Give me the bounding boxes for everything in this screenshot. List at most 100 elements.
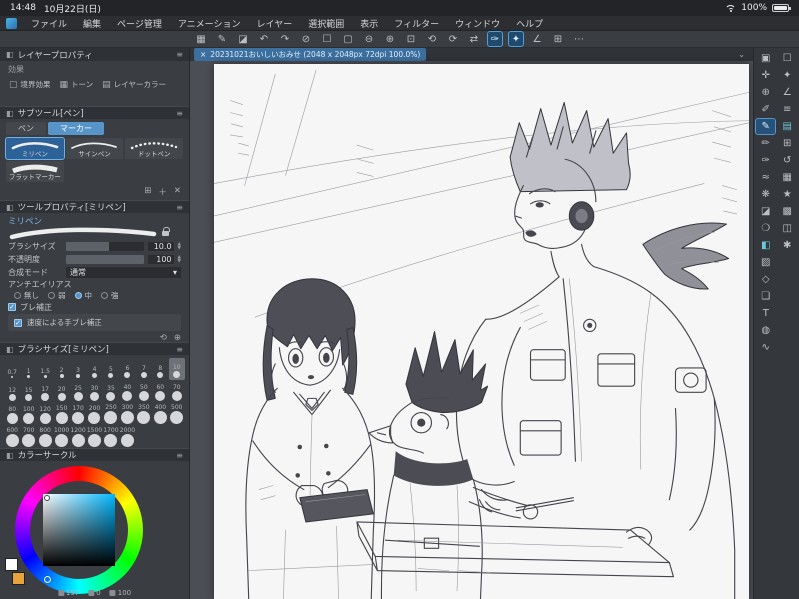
delete-subtool-icon[interactable]: ✕ — [174, 186, 181, 198]
brush-size-cell[interactable]: 300 — [119, 404, 135, 426]
pen-tool-icon[interactable]: ✎ — [755, 118, 777, 135]
brush-size-cell[interactable]: 50 — [136, 381, 152, 403]
color-set-icon[interactable]: ▩ — [778, 204, 797, 219]
opacity-stepper[interactable]: ▲ ▼ — [178, 255, 181, 264]
brush-size-cell[interactable]: 150 — [53, 404, 69, 426]
brush-size-cell[interactable]: 7 — [136, 358, 152, 380]
navigator-icon[interactable]: ⊞ — [778, 136, 797, 151]
eraser-quick-icon[interactable]: ◪ — [236, 32, 250, 46]
brush-size-cell[interactable]: 350 — [136, 404, 152, 426]
zoom-in-icon[interactable]: ⊕ — [383, 32, 397, 46]
panel-menu-icon[interactable]: ≡ — [176, 451, 183, 460]
material-icon[interactable]: ▦ — [778, 170, 797, 185]
zoom-out-icon[interactable]: ⊖ — [362, 32, 376, 46]
selection-area-icon[interactable]: ☐ — [778, 51, 797, 66]
layer-panel-icon[interactable]: ▤ — [778, 119, 797, 134]
rotate-left-icon[interactable]: ⟲ — [425, 32, 439, 46]
brush-size-cell[interactable]: 100 — [20, 404, 36, 426]
app-icon[interactable] — [6, 17, 17, 29]
grid-snap-icon[interactable]: ⊞ — [551, 32, 565, 46]
fit-screen-icon[interactable]: ⊡ — [404, 32, 418, 46]
document-tab[interactable]: × 20231021おいしいおみせ (2048 x 2048px 72dpi 1… — [194, 48, 427, 61]
brush-size-cell[interactable]: 5 — [103, 358, 119, 380]
brush-size-cell[interactable]: 1 — [20, 358, 36, 380]
antialias-option[interactable]: 無し — [14, 290, 39, 301]
decoration-tool-icon[interactable]: ❋ — [756, 187, 775, 202]
brush-size-cell[interactable]: 1.5 — [37, 358, 53, 380]
brush-tool-icon[interactable]: ✑ — [756, 153, 775, 168]
menu-item[interactable]: 選択範囲 — [300, 17, 352, 30]
panel-menu-icon[interactable]: ≡ — [176, 109, 183, 118]
menu-item[interactable]: ウィンドウ — [447, 17, 508, 30]
blend-tool-icon[interactable]: ❍ — [756, 221, 775, 236]
timeline-icon[interactable]: ≡ — [778, 102, 797, 117]
menu-item[interactable]: ページ管理 — [109, 17, 170, 30]
text-tool-icon[interactable]: T — [756, 306, 775, 321]
brush-size-cell[interactable]: 1000 — [53, 427, 69, 448]
border-effect-button[interactable]: ▢ 境界効果 — [6, 77, 54, 92]
tab-list-chevron-icon[interactable]: ⌄ — [734, 50, 749, 59]
rotate-right-icon[interactable]: ⟳ — [446, 32, 460, 46]
airbrush-tool-icon[interactable]: ≈ — [756, 170, 775, 185]
menu-item[interactable]: ファイル — [23, 17, 75, 30]
subtool-tab[interactable]: ペン — [6, 122, 46, 135]
workspace-grid-icon[interactable]: ▦ — [194, 32, 208, 46]
auto-select-icon[interactable]: ✦ — [778, 68, 797, 83]
gradient-tool-icon[interactable]: ▨ — [756, 255, 775, 270]
subtool-tab[interactable]: マーカー — [48, 122, 104, 135]
subtool-item[interactable]: サインペン — [65, 138, 124, 159]
menu-item[interactable]: レイヤー — [249, 17, 301, 30]
pen-quick-icon[interactable]: ✎ — [215, 32, 229, 46]
main-color-swatch[interactable] — [5, 558, 18, 571]
lock-icon[interactable] — [162, 227, 170, 236]
menu-item[interactable]: 編集 — [75, 17, 109, 30]
antialias-option[interactable]: 弱 — [48, 290, 66, 301]
subtool-item[interactable]: ドットペン — [125, 138, 183, 159]
quick-access-icon[interactable]: ★ — [778, 187, 797, 202]
menu-item[interactable]: フィルター — [386, 17, 447, 30]
deselect-icon[interactable]: ▢ — [341, 32, 355, 46]
brush-size-cell[interactable]: 4 — [86, 358, 102, 380]
brush-size-cell[interactable]: 200 — [86, 404, 102, 426]
brush-size-slider[interactable] — [66, 242, 144, 251]
clear-icon[interactable]: ⊘ — [299, 32, 313, 46]
move-tool-icon[interactable]: ✛ — [756, 68, 775, 83]
selection-icon[interactable]: ☐ — [320, 32, 334, 46]
brush-size-cell[interactable]: 8 — [152, 358, 168, 380]
brush-size-cell[interactable]: 2 — [53, 358, 69, 380]
brush-size-cell[interactable]: 800 — [37, 427, 53, 448]
flip-horizontal-icon[interactable]: ⇄ — [467, 32, 481, 46]
figure-tool-icon[interactable]: ◇ — [756, 272, 775, 287]
add-subtool-icon[interactable]: ＋ — [158, 186, 167, 198]
brush-size-cell[interactable]: 10 — [168, 358, 185, 380]
brush-size-cell[interactable]: 250 — [103, 404, 119, 426]
brush-size-cell[interactable]: 60 — [152, 381, 168, 403]
brush-size-cell[interactable]: 1200 — [70, 427, 86, 448]
brush-size-cell[interactable]: 1700 — [103, 427, 119, 448]
sub-view-icon[interactable]: ◫ — [778, 221, 797, 236]
panel-menu-icon[interactable]: ≡ — [176, 50, 183, 59]
subtool-item[interactable]: フラットマーカー — [6, 161, 64, 182]
opacity-value[interactable]: 100 — [147, 255, 174, 264]
brush-size-cell[interactable]: 15 — [20, 381, 36, 403]
stabilize-checkbox[interactable]: ✓ — [8, 303, 16, 311]
brush-size-cell[interactable]: 1500 — [86, 427, 102, 448]
opacity-slider[interactable] — [66, 255, 144, 264]
line-correct-tool-icon[interactable]: ∿ — [756, 340, 775, 355]
antialias-option[interactable]: 中 — [74, 290, 92, 301]
settings-icon[interactable]: ✱ — [778, 238, 797, 253]
reset-property-icon[interactable]: ⟲ — [160, 333, 167, 342]
sv-marker[interactable] — [44, 495, 50, 501]
brush-size-cell[interactable]: 12 — [4, 381, 20, 403]
menu-item[interactable]: アニメーション — [170, 17, 249, 30]
sub-color-swatch[interactable] — [12, 572, 25, 585]
brush-size-cell[interactable]: 3 — [70, 358, 86, 380]
brush-size-cell[interactable]: 170 — [70, 404, 86, 426]
balloon-tool-icon[interactable]: ◍ — [756, 323, 775, 338]
eraser-tool-icon[interactable]: ◪ — [756, 204, 775, 219]
brush-size-cell[interactable]: 40 — [119, 381, 135, 403]
brush-size-cell[interactable]: 500 — [169, 404, 185, 426]
brush-size-cell[interactable]: 35 — [103, 381, 119, 403]
brush-size-cell[interactable]: 2000 — [119, 427, 135, 448]
panel-menu-icon[interactable]: ≡ — [176, 345, 183, 354]
